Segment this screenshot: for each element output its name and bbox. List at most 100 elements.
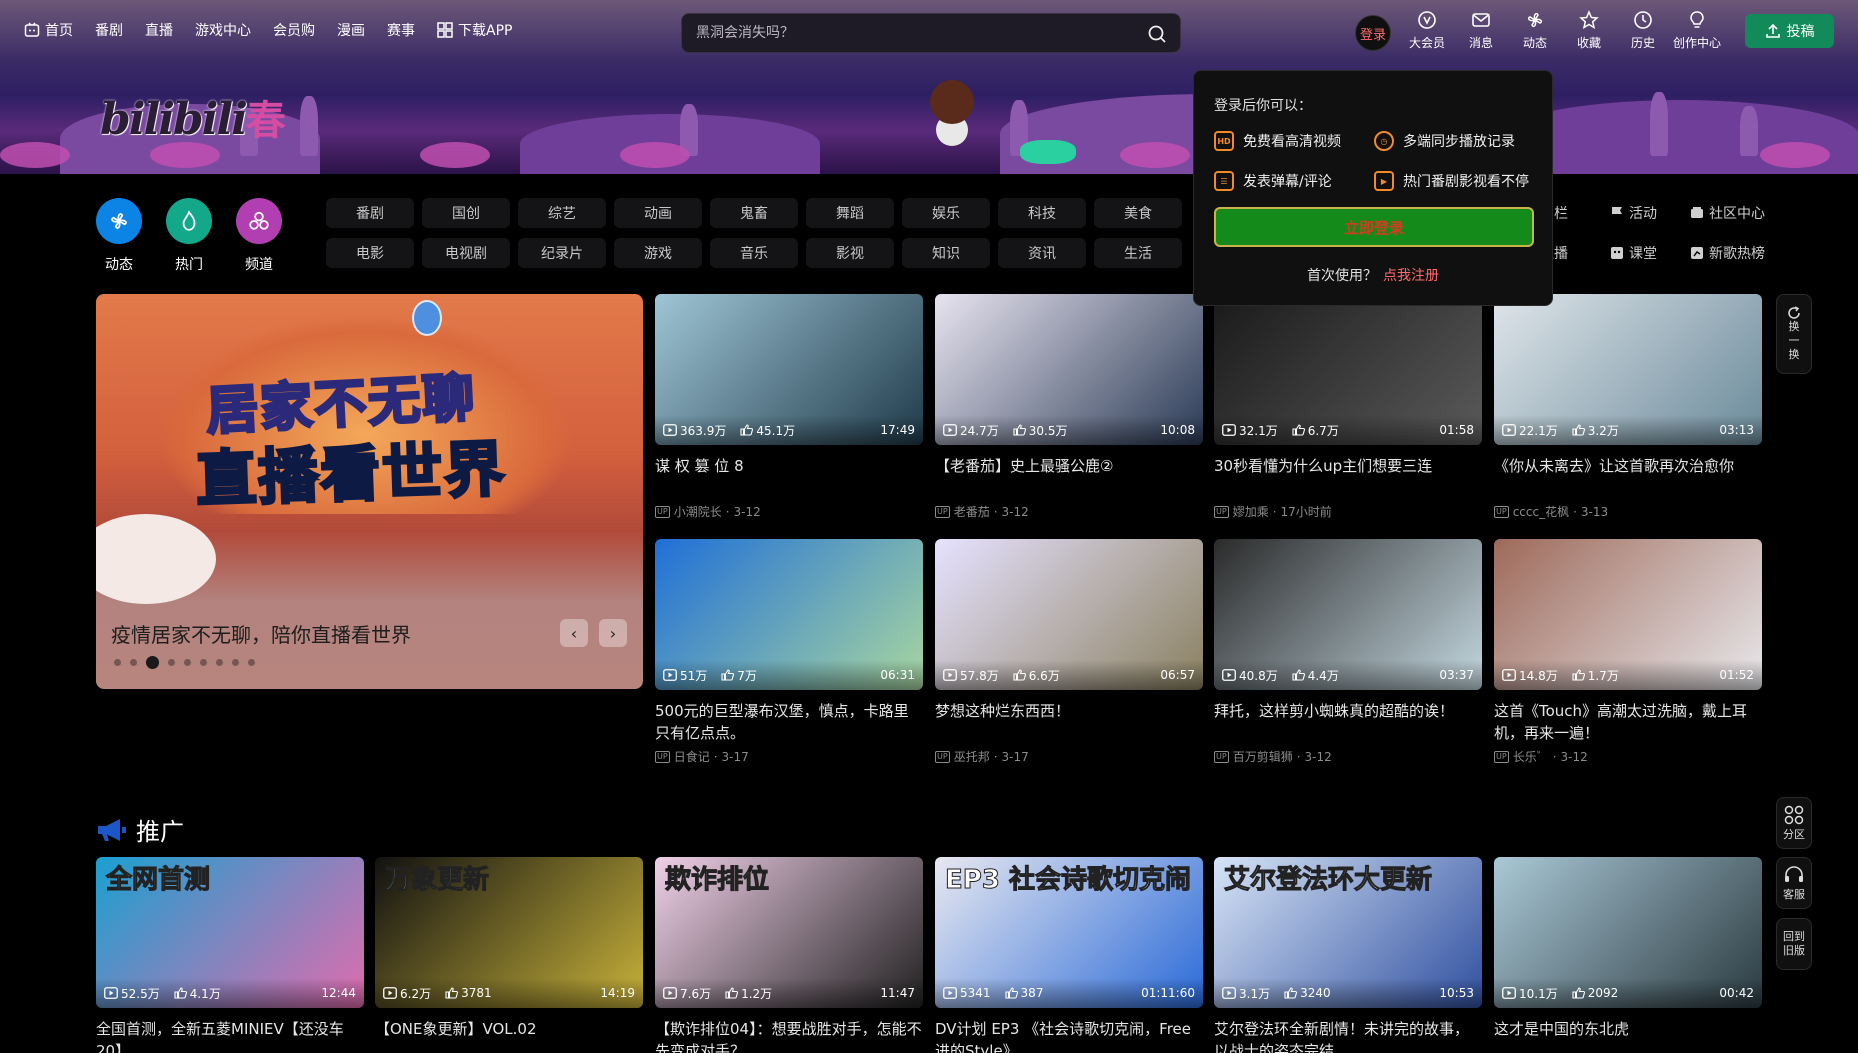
video-card[interactable]: 32.1万 6.7万 01:58 30秒看懂为什么up主们想要三连 UP 嫪加乘 · 17小时… xyxy=(1214,294,1482,520)
video-uploader[interactable]: UP 长乐゛ · 3-12 xyxy=(1494,748,1762,765)
video-card[interactable]: 51万 7万 06:31 500元的巨型瀑布汉堡，慎点，卡路里只有亿点点。 UP 日食记 ·… xyxy=(655,539,923,765)
video-uploader[interactable]: UP cccc_花枫 · 3-13 xyxy=(1494,503,1762,520)
video-card[interactable]: 万象更新 6.2万 3781 14:19 【ONE象更新】VOL.02 xyxy=(375,857,643,1053)
carousel-dot[interactable] xyxy=(216,659,223,666)
nav-bangumi[interactable]: 番剧 xyxy=(95,20,123,40)
category-item[interactable]: 美食 xyxy=(1094,198,1182,228)
carousel-dot[interactable] xyxy=(146,656,159,669)
search-icon[interactable] xyxy=(1146,23,1168,45)
hero-caption[interactable]: 疫情居家不无聊，陪你直播看世界 xyxy=(111,619,411,648)
video-card[interactable]: 40.8万 4.4万 03:37 拜托，这样剪小蜘蛛真的超酷的诶！ UP 百万剪辑狮 · 3-… xyxy=(1214,539,1482,765)
nav-mall[interactable]: 会员购 xyxy=(273,20,315,40)
video-card[interactable]: EP3 社会诗歌切克闹 5341 387 01:11:60 DV计划 EP3 《社会诗歌… xyxy=(935,857,1203,1053)
nav-history[interactable]: 历史 xyxy=(1616,10,1670,51)
login-button[interactable]: 立即登录 xyxy=(1214,207,1534,247)
video-title[interactable]: DV计划 EP3 《社会诗歌切克闹，Free进的Style》 xyxy=(935,1018,1203,1053)
bilibili-logo[interactable]: bilibili春 xyxy=(100,88,286,146)
video-thumbnail[interactable]: 32.1万 6.7万 01:58 xyxy=(1214,294,1482,445)
nav-vip[interactable]: 大会员 xyxy=(1400,10,1454,51)
video-thumbnail[interactable]: EP3 社会诗歌切克闹 5341 387 01:11:60 xyxy=(935,857,1203,1008)
nav-home[interactable]: 首页 xyxy=(24,20,73,40)
link-activity[interactable]: 活动 xyxy=(1610,203,1690,223)
category-item[interactable]: 国创 xyxy=(422,198,510,228)
shortcut-dynamics[interactable]: 动态 xyxy=(96,198,142,274)
video-thumbnail[interactable]: 全网首测 52.5万 4.1万 12:44 xyxy=(96,857,364,1008)
category-item[interactable]: 番剧 xyxy=(326,198,414,228)
refresh-button[interactable]: 换一换 xyxy=(1776,294,1812,374)
video-thumbnail[interactable]: 10.1万 2092 00:42 xyxy=(1494,857,1762,1008)
video-thumbnail[interactable]: 14.8万 1.7万 01:52 xyxy=(1494,539,1762,690)
video-title[interactable]: 30秒看懂为什么up主们想要三连 xyxy=(1214,455,1482,499)
back-to-old-version-button[interactable]: 回到旧版 xyxy=(1776,918,1812,970)
nav-favorites[interactable]: 收藏 xyxy=(1562,10,1616,51)
category-item[interactable]: 娱乐 xyxy=(902,198,990,228)
carousel-dot[interactable] xyxy=(168,659,175,666)
video-title[interactable]: 梦想这种烂东西西！ xyxy=(935,700,1203,744)
link-classroom[interactable]: 课堂 xyxy=(1610,243,1690,263)
link-new-songs[interactable]: 新歌热榜 xyxy=(1690,243,1800,263)
video-thumbnail[interactable]: 艾尔登法环大更新 3.1万 3240 10:53 xyxy=(1214,857,1482,1008)
video-card[interactable]: 363.9万 45.1万 17:49 谋 权 篡 位 8 UP 小潮院长 · 3-12 xyxy=(655,294,923,520)
carousel-dot[interactable] xyxy=(232,659,239,666)
nav-download-app[interactable]: 下载APP xyxy=(437,20,512,40)
video-uploader[interactable]: UP 巫托邦 · 3-17 xyxy=(935,748,1203,765)
nav-game-center[interactable]: 游戏中心 xyxy=(195,20,251,40)
shortcut-channels[interactable]: 频道 xyxy=(236,198,282,274)
category-item[interactable]: 影视 xyxy=(806,238,894,268)
video-title[interactable]: 艾尔登法环全新剧情！未讲完的故事，以战士的姿态完结 xyxy=(1214,1018,1482,1053)
nav-manga[interactable]: 漫画 xyxy=(337,20,365,40)
carousel-dot[interactable] xyxy=(130,659,137,666)
link-community[interactable]: 社区中心 xyxy=(1690,203,1800,223)
category-item[interactable]: 游戏 xyxy=(614,238,702,268)
search-input[interactable] xyxy=(696,22,1116,44)
nav-esports[interactable]: 赛事 xyxy=(387,20,415,40)
video-thumbnail[interactable]: 40.8万 4.4万 03:37 xyxy=(1214,539,1482,690)
category-item[interactable]: 科技 xyxy=(998,198,1086,228)
video-card[interactable]: 艾尔登法环大更新 3.1万 3240 10:53 艾尔登法环全新剧情！未讲完的故事，以战… xyxy=(1214,857,1482,1053)
video-card[interactable]: 22.1万 3.2万 03:13 《你从未离去》让这首歌再次治愈你 UP cccc_花枫 ·… xyxy=(1494,294,1762,520)
nav-creator-center[interactable]: 创作中心 xyxy=(1670,10,1724,51)
customer-service-button[interactable]: 客服 xyxy=(1776,857,1812,909)
video-card[interactable]: 10.1万 2092 00:42 这才是中国的东北虎 xyxy=(1494,857,1762,1053)
video-thumbnail[interactable]: 57.8万 6.6万 06:57 xyxy=(935,539,1203,690)
nav-messages[interactable]: 消息 xyxy=(1454,10,1508,51)
video-card[interactable]: 全网首测 52.5万 4.1万 12:44 全国首测，全新五菱MINIEV【还没车20】 xyxy=(96,857,364,1053)
video-thumbnail[interactable]: 363.9万 45.1万 17:49 xyxy=(655,294,923,445)
hero-carousel[interactable]: 居家不无聊 直播看世界 疫情居家不无聊，陪你直播看世界 ‹ › xyxy=(96,294,643,689)
carousel-dot[interactable] xyxy=(200,659,207,666)
video-uploader[interactable]: UP 老番茄 · 3-12 xyxy=(935,503,1203,520)
video-card[interactable]: 14.8万 1.7万 01:52 这首《Touch》高潮太过洗脑，戴上耳机，再来一遍！… xyxy=(1494,539,1762,765)
video-uploader[interactable]: UP 百万剪辑狮 · 3-12 xyxy=(1214,748,1482,765)
video-title[interactable]: 【老番茄】史上最骚公鹿② xyxy=(935,455,1203,499)
video-thumbnail[interactable]: 万象更新 6.2万 3781 14:19 xyxy=(375,857,643,1008)
video-title[interactable]: 500元的巨型瀑布汉堡，慎点，卡路里只有亿点点。 xyxy=(655,700,923,744)
category-item[interactable]: 电视剧 xyxy=(422,238,510,268)
category-item[interactable]: 动画 xyxy=(614,198,702,228)
video-title[interactable]: 这才是中国的东北虎 xyxy=(1494,1018,1762,1053)
video-title[interactable]: 拜托，这样剪小蜘蛛真的超酷的诶！ xyxy=(1214,700,1482,744)
video-thumbnail[interactable]: 欺诈排位 7.6万 1.2万 11:47 xyxy=(655,857,923,1008)
carousel-dot[interactable] xyxy=(114,659,121,666)
carousel-next-button[interactable]: › xyxy=(599,619,627,647)
login-avatar[interactable]: 登录 xyxy=(1355,15,1391,51)
carousel-dot[interactable] xyxy=(248,659,255,666)
video-thumbnail[interactable]: 22.1万 3.2万 03:13 xyxy=(1494,294,1762,445)
video-uploader[interactable]: UP 小潮院长 · 3-12 xyxy=(655,503,923,520)
video-uploader[interactable]: UP 日食记 · 3-17 xyxy=(655,748,923,765)
video-title[interactable]: 【欺诈排位04】：想要战胜对手，怎能不先变成对手？ xyxy=(655,1018,923,1053)
register-link[interactable]: 点我注册 xyxy=(1383,268,1439,284)
video-thumbnail[interactable]: 51万 7万 06:31 xyxy=(655,539,923,690)
carousel-dot[interactable] xyxy=(184,659,191,666)
video-title[interactable]: 谋 权 篡 位 8 xyxy=(655,455,923,499)
video-thumbnail[interactable]: 24.7万 30.5万 10:08 xyxy=(935,294,1203,445)
category-item[interactable]: 综艺 xyxy=(518,198,606,228)
video-title[interactable]: 这首《Touch》高潮太过洗脑，戴上耳机，再来一遍！ xyxy=(1494,700,1762,744)
category-item[interactable]: 电影 xyxy=(326,238,414,268)
video-title[interactable]: 《你从未离去》让这首歌再次治愈你 xyxy=(1494,455,1762,499)
nav-dynamics[interactable]: 动态 xyxy=(1508,10,1562,51)
category-item[interactable]: 资讯 xyxy=(998,238,1086,268)
video-uploader[interactable]: UP 嫪加乘 · 17小时前 xyxy=(1214,503,1482,520)
video-title[interactable]: 【ONE象更新】VOL.02 xyxy=(375,1018,643,1053)
video-card[interactable]: 57.8万 6.6万 06:57 梦想这种烂东西西！ UP 巫托邦 · 3-17 xyxy=(935,539,1203,765)
category-item[interactable]: 知识 xyxy=(902,238,990,268)
